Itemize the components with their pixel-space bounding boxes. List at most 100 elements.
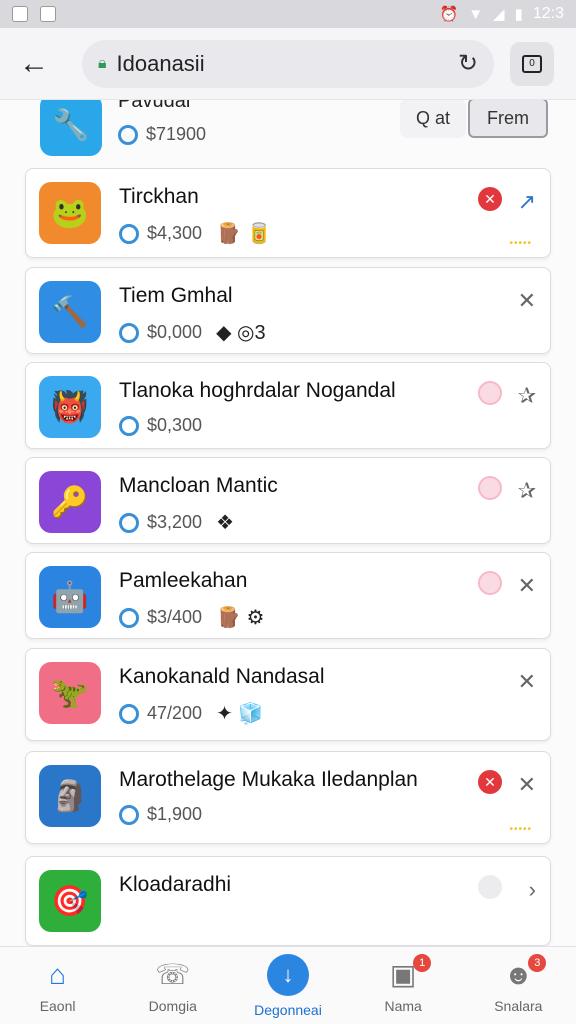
app-icon: 🔨 [39,281,101,343]
nav-label: Snalara [494,997,543,1014]
app-price: 47/200 ✦ 🧊 [119,701,263,726]
coin-icon [119,223,139,244]
item-extras-icon: 🪵 ⚙ [216,607,265,629]
filter-button[interactable]: Frem [468,100,548,138]
remove-badge-icon[interactable]: ✕ [478,187,502,211]
app-title: Kloadaradhi [119,873,232,896]
coin-icon [119,703,139,724]
chevron-right-icon[interactable]: › [529,877,536,903]
app-card[interactable]: 🔑 Mancloan Mantic $3,200 ❖ ✰ [25,457,551,544]
app-card[interactable]: 🦖 Kanokanald Nandasal 47/200 ✦ 🧊 ✕ [25,648,551,741]
app-price: $3,200 ❖ [119,510,234,535]
app-icon: 🔧 [40,100,102,156]
app-card[interactable]: 👹 Tlanoka hoghrdalar Nogandal $0,300 ✰ [25,362,551,449]
app-icon: 🤖 [39,566,101,628]
item-extras-icon: ✦ 🧊 [216,703,264,725]
app-icon: 🔑 [39,471,101,533]
status-right: ⏰ ▼ ◢ ▮ 12:3 [440,5,565,23]
remove-badge-icon[interactable]: ✕ [478,770,502,794]
app-price: $4,300 🪵 🥫 [119,221,271,246]
app-card[interactable]: 🔨 Tiem Gmhal $0,000 ◆ ◎3 ✕ [25,267,551,354]
status-dot-icon [478,571,502,595]
item-extras-icon: ◆ ◎3 [216,322,266,344]
url-text: Idoanasii [116,50,205,76]
nav-label: Nama [384,997,422,1014]
close-icon[interactable]: ✕ [518,573,536,599]
item-extras-icon: 🪵 🥫 [216,223,272,245]
app-title: Mancloan Mantic [119,474,278,497]
home-icon: ⌂ [49,958,67,990]
app-title: Tlanoka hoghrdalar Nogandal [119,379,396,402]
app-card[interactable]: 🗿 Marothelage Mukaka Iledanplan $1,900 ✕ ✕ ••… [25,751,551,844]
app-price: $0,000 ◆ ◎3 [119,320,266,345]
app-icon: 🎯 [39,870,101,932]
download-icon: ↓ [266,953,309,996]
item-price: $71900 [118,124,206,145]
nav-label: Domgia [148,997,197,1014]
close-icon[interactable]: ✰ [518,383,536,409]
coin-icon [119,512,139,533]
coin-icon [119,322,139,343]
status-dot-icon [478,381,502,405]
coin-icon [118,124,138,145]
signal-icon: ◢ [493,6,505,23]
nav-item-eaonl[interactable]: ⌂ Eaonl [8,958,108,1014]
nav-label: Degonneai [254,1001,322,1018]
notification-icons [12,6,56,22]
reload-icon[interactable]: ↻ [458,49,478,78]
coin-icon [119,415,139,436]
item-title: Pavudal [118,100,191,112]
tabs-button[interactable]: 0 [510,41,554,86]
coin-icon [119,804,139,825]
app-icon: 🦖 [39,662,101,724]
nav-label: Eaonl [39,997,76,1014]
nav-item-snalara[interactable]: ☻ Snalara 3 [468,953,568,1014]
app-title: Tiem Gmhal [119,284,233,307]
message-icon: ☏ [155,959,191,990]
app-price: $0,300 [119,415,202,436]
app-title: Kanokanald Nandasal [119,665,325,688]
app-icon: 👹 [39,376,101,438]
back-button[interactable]: ← [14,44,54,84]
app-price: $3/400 🪵 ⚙ [119,605,264,630]
coin-icon [119,607,139,628]
app-list: 🔧 Pavudal $71900 Q at Frem 🐸 Tirckhan $4,3… [0,100,576,946]
app-card[interactable]: 🤖 Pamleekahan $3/400 🪵 ⚙ ✕ [25,552,551,639]
status-dot-icon [478,875,502,899]
tabs-icon: 0 [522,54,542,73]
close-icon[interactable]: ✕ [518,772,536,798]
nav-item-domgia[interactable]: ☏ Domgia [123,958,223,1014]
search-button[interactable]: Q at [400,100,466,138]
app-card[interactable]: 🐸 Tirckhan $4,300 🪵 🥫 ✕ ↗ ••••• [25,168,551,258]
notification-icon [12,6,28,22]
app-card[interactable]: 🎯 Kloadaradhi › [25,856,551,946]
bottom-nav: ⌂ Eaonl ☏ Domgia ↓ Degonneai ▣ Nama 1 ☻ Snalara 3 [0,946,576,1024]
app-price: $1,900 [119,804,202,825]
item-extras-icon: ❖ [216,512,234,534]
status-bar: ⏰ ▼ ◢ ▮ 12:3 [0,0,576,28]
partial-list-item[interactable]: 🔧 Pavudal $71900 Q at Frem [0,100,576,160]
status-dot-icon [478,476,502,500]
arrow-left-icon: ← [19,46,49,80]
app-title: Tirckhan [119,185,199,208]
close-icon[interactable]: ✕ [518,669,536,695]
app-title: Marothelage Mukaka Iledanplan [119,768,418,791]
close-icon[interactable]: ✰ [518,478,536,504]
nav-item-nama[interactable]: ▣ Nama 1 [353,953,453,1014]
url-bar[interactable]: 🔒︎ Idoanasii ↻ [82,39,494,88]
alarm-icon: ⏰ [439,6,459,23]
close-icon[interactable]: ↗ [518,189,536,215]
notification-badge: 1 [413,953,432,972]
app-title: Pamleekahan [119,569,248,592]
clock: 12:3 [532,5,564,22]
notification-icon [40,6,56,22]
app-icon: 🐸 [39,182,101,244]
notification-badge: 3 [528,953,547,972]
nav-item-degonneai[interactable]: ↓ Degonneai [238,953,338,1018]
rating-dots: ••••• [509,824,532,835]
lock-icon: 🔒︎ [98,54,107,72]
rating-dots: ••••• [509,238,532,249]
app-icon: 🗿 [39,765,101,827]
close-icon[interactable]: ✕ [518,288,536,314]
browser-toolbar: ← 🔒︎ Idoanasii ↻ 0 [0,28,576,100]
